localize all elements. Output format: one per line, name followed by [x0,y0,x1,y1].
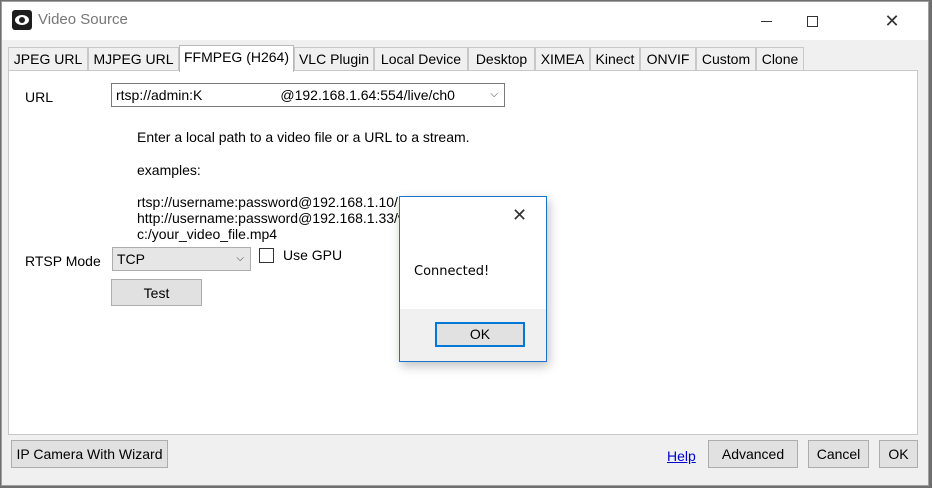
url-value-suffix: @192.168.1.64:554/live/ch0 [280,87,455,103]
use-gpu-checkbox[interactable] [259,248,274,263]
test-button[interactable]: Test [111,279,202,306]
chevron-down-icon: ⌵ [236,253,244,264]
minimize-icon [760,20,772,22]
tab-kinect[interactable]: Kinect [590,47,640,71]
rtsp-mode-label: RTSP Mode [25,253,101,269]
ok-button[interactable]: OK [879,440,918,468]
tab-jpeg-url[interactable]: JPEG URL [8,47,88,71]
rtsp-mode-value: TCP [117,251,145,267]
ip-camera-wizard-button[interactable]: IP Camera With Wizard [11,440,168,468]
video-source-window: Video Source ✕ JPEG URL MJPEG URL FFMPEG… [1,1,929,486]
tab-local-device[interactable]: Local Device [374,47,468,71]
eye-icon [12,10,32,30]
tab-ffmpeg-h264[interactable]: FFMPEG (H264) [179,45,294,72]
rtsp-mode-select[interactable]: TCP ⌵ [112,247,251,271]
url-combobox[interactable]: rtsp://admin:K @192.168.1.64:554/live/ch0… [111,83,505,107]
connected-dialog: ✕ Connected! OK [399,196,547,362]
close-icon: ✕ [884,11,900,31]
title-bar[interactable]: Video Source ✕ [2,2,928,40]
example-rtsp: rtsp://username:password@192.168.1.10/ [137,194,398,210]
help-link[interactable]: Help [667,448,696,464]
tab-mjpeg-url[interactable]: MJPEG URL [88,47,179,71]
dialog-body: ✕ Connected! [400,197,546,309]
tab-vlc-plugin[interactable]: VLC Plugin [294,47,374,71]
examples-label: examples: [137,162,201,178]
close-button[interactable]: ✕ [869,2,915,40]
window-title: Video Source [38,11,128,28]
example-file: c:/your_video_file.mp4 [137,226,278,242]
url-value-prefix: rtsp://admin:K [116,87,203,103]
dialog-message: Connected! [414,264,490,279]
tab-desktop[interactable]: Desktop [468,47,535,71]
maximize-button[interactable] [789,2,835,40]
tab-clone[interactable]: Clone [756,47,804,71]
close-icon[interactable]: ✕ [512,205,527,226]
minimize-button[interactable] [743,2,789,40]
tab-onvif[interactable]: ONVIF [640,47,696,71]
maximize-icon [806,15,818,27]
tab-ximea[interactable]: XIMEA [535,47,590,71]
example-http: http://username:password@192.168.1.33/v [137,210,405,226]
cancel-button[interactable]: Cancel [808,440,869,468]
use-gpu-label[interactable]: Use GPU [283,247,342,263]
dialog-ok-button[interactable]: OK [435,322,525,347]
advanced-button[interactable]: Advanced [708,440,798,468]
help-intro: Enter a local path to a video file or a … [137,129,470,145]
url-label: URL [25,89,54,105]
chevron-down-icon[interactable]: ⌵ [490,84,498,106]
tab-custom[interactable]: Custom [696,47,756,71]
